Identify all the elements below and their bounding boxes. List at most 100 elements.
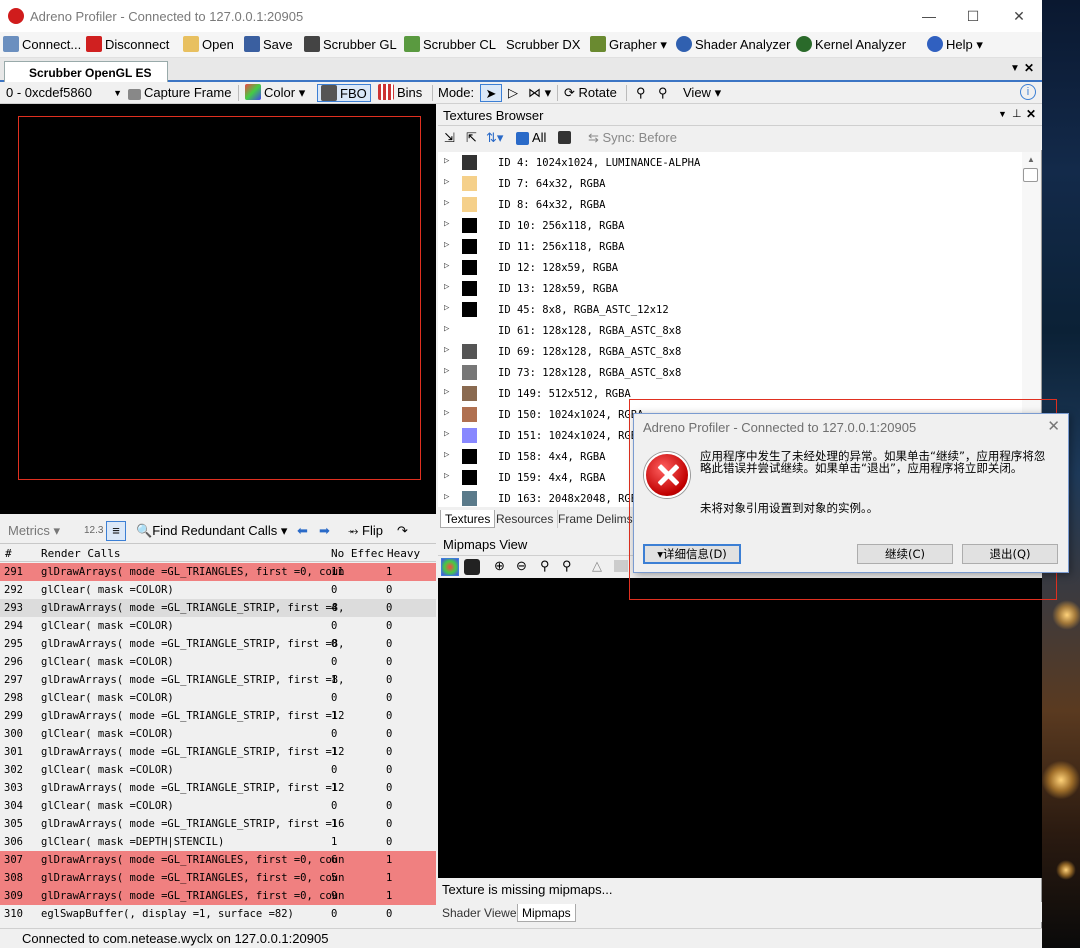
metrics-button[interactable]: Metrics ▾ [8,523,60,539]
col-render-calls[interactable]: Render Calls [41,547,120,560]
zoom-fit-icon[interactable]: ⚲ [540,558,550,574]
expand-arrow-icon[interactable]: ▷ [444,492,449,502]
list-item[interactable]: ▷ ID 12: 128x59, RGBA [438,257,1022,278]
list-view-button[interactable]: ≡ [106,521,126,541]
scrubber-dx-button[interactable]: Scrubber DX [506,36,580,54]
expand-arrow-icon[interactable]: ▷ [444,429,449,439]
tab-scrubber-opengl[interactable]: Scrubber OpenGL ES (1) [4,61,168,94]
expand-arrow-icon[interactable]: ▷ [444,282,449,292]
expand-arrow-icon[interactable]: ▷ [444,387,449,397]
table-row[interactable]: 303 glDrawArrays( mode =GL_TRIANGLE_STRIP… [0,779,436,797]
tab-mipmaps[interactable]: Mipmaps [517,904,576,922]
scroll-thumb[interactable] [1023,168,1038,182]
next-arrow-icon[interactable]: ➡ [319,523,330,539]
multi-select-icon[interactable]: ⋈ ▾ [528,84,551,102]
col-heavy[interactable]: Heavy [387,547,420,560]
table-row[interactable]: 309 glDrawArrays( mode =GL_TRIANGLES, fir… [0,887,436,905]
zoom-icon[interactable]: ⚲ [636,84,646,102]
mipmaps-view[interactable] [438,578,1042,878]
list-item[interactable]: ▷ ID 13: 128x59, RGBA [438,278,1022,299]
table-row[interactable]: 293 glDrawArrays( mode =GL_TRIANGLE_STRIP… [0,599,436,617]
panel-menu-icon[interactable]: ▼ [998,109,1007,119]
table-row[interactable]: 291 glDrawArrays( mode =GL_TRIANGLES, fir… [0,563,436,581]
color-button[interactable]: Color ▾ [245,84,305,102]
rotate-button[interactable]: ⟳ Rotate [564,84,617,102]
view-button[interactable]: View ▾ [683,84,721,102]
scrubber-gl-button[interactable]: Scrubber GL [304,36,397,54]
dialog-close-icon[interactable]: ✕ [1047,417,1060,435]
info-icon[interactable]: i [1020,84,1036,100]
table-row[interactable]: 307 glDrawArrays( mode =GL_TRIANGLES, fir… [0,851,436,869]
expand-arrow-icon[interactable]: ▷ [444,198,449,208]
prev-arrow-icon[interactable]: ⬅ [297,523,308,539]
scroll-up-icon[interactable]: ▲ [1027,155,1035,164]
table-row[interactable]: 292 glClear( mask =COLOR) 0 0 [0,581,436,599]
maximize-button[interactable]: ☐ [962,5,984,27]
zoom-reset-icon[interactable]: ⚲ [562,558,572,574]
expand-all-icon[interactable]: ⇲ [444,130,455,146]
table-row[interactable]: 296 glClear( mask =COLOR) 0 0 [0,653,436,671]
table-row[interactable]: 302 glClear( mask =COLOR) 0 0 [0,761,436,779]
all-button[interactable]: All [516,130,546,145]
grapher-button[interactable]: Grapher ▾ [590,36,667,54]
table-row[interactable]: 299 glDrawArrays( mode =GL_TRIANGLE_STRIP… [0,707,436,725]
color-channel-icon[interactable] [441,558,459,576]
tab-close-icon[interactable]: ✕ [1024,61,1034,75]
expand-arrow-icon[interactable]: ▷ [444,303,449,313]
expand-arrow-icon[interactable]: ▷ [444,366,449,376]
table-row[interactable]: 305 glDrawArrays( mode =GL_TRIANGLE_STRIP… [0,815,436,833]
list-item[interactable]: ▷ ID 73: 128x128, RGBA_ASTC_8x8 [438,362,1022,383]
minimize-button[interactable]: — [918,5,940,27]
table-row[interactable]: 297 glDrawArrays( mode =GL_TRIANGLE_STRIP… [0,671,436,689]
expand-arrow-icon[interactable]: ▷ [444,471,449,481]
zoom-in-icon[interactable]: ⊕ [494,558,505,574]
expand-arrow-icon[interactable]: ▷ [444,408,449,418]
table-row[interactable]: 306 glClear( mask =DEPTH|STENCIL) 1 0 [0,833,436,851]
expand-arrow-icon[interactable]: ▷ [444,261,449,271]
close-window-button[interactable]: ✕ [1008,5,1030,27]
kernel-analyzer-button[interactable]: Kernel Analyzer [796,36,906,54]
expand-arrow-icon[interactable]: ▷ [444,156,449,166]
list-item[interactable]: ▷ ID 8: 64x32, RGBA [438,194,1022,215]
help-button[interactable]: Help ▾ [927,36,983,54]
list-item[interactable]: ▷ ID 61: 128x128, RGBA_ASTC_8x8 [438,320,1022,341]
fbo-button[interactable]: FBO [317,84,371,102]
continue-button[interactable]: 继续(C) [857,544,953,564]
expand-arrow-icon[interactable]: ▷ [444,345,449,355]
capture-frame-button[interactable]: Capture Frame [128,84,231,102]
shader-analyzer-button[interactable]: Shader Analyzer [676,36,790,54]
table-row[interactable]: 308 glDrawArrays( mode =GL_TRIANGLES, fir… [0,869,436,887]
expand-arrow-icon[interactable]: ▷ [444,324,449,334]
collapse-all-icon[interactable]: ⇱ [466,130,477,146]
panel-pin-icon[interactable]: ⊥ [1012,107,1022,120]
expand-arrow-icon[interactable]: ▷ [444,177,449,187]
save-button[interactable]: Save [244,36,293,54]
details-button[interactable]: ▾详细信息(D) [643,544,741,564]
expand-arrow-icon[interactable]: ▷ [444,240,449,250]
list-item[interactable]: ▷ ID 11: 256x118, RGBA [438,236,1022,257]
table-row[interactable]: 295 glDrawArrays( mode =GL_TRIANGLE_STRIP… [0,635,436,653]
zoom-out-icon[interactable]: ⊖ [516,558,527,574]
select-mode-icon[interactable]: ▷ [508,84,518,102]
list-item[interactable]: ▷ ID 45: 8x8, RGBA_ASTC_12x12 [438,299,1022,320]
sort-icon[interactable]: ⇅▾ [486,130,503,146]
expand-arrow-icon[interactable]: ▷ [444,450,449,460]
connect-button[interactable]: Connect... [3,36,81,54]
scrubber-cl-button[interactable]: Scrubber CL [404,36,496,54]
panel-close-icon[interactable]: ✕ [1026,107,1036,121]
open-button[interactable]: Open [183,36,234,54]
context-select[interactable]: 0 - 0xcdef5860 ▼ [6,84,124,102]
list-item[interactable]: ▷ ID 10: 256x118, RGBA [438,215,1022,236]
alpha-channel-icon[interactable] [464,559,480,575]
col-no-effect[interactable]: No Effec [331,547,384,560]
list-item[interactable]: ▷ ID 4: 1024x1024, LUMINANCE-ALPHA [438,152,1022,173]
save-textures-icon[interactable] [558,131,571,144]
overflow-icon[interactable]: ↷ [397,523,408,539]
tab-shader-viewer[interactable]: Shader Viewer [438,904,526,922]
table-row[interactable]: 304 glClear( mask =COLOR) 0 0 [0,797,436,815]
bins-button[interactable]: Bins [378,84,422,102]
expand-arrow-icon[interactable]: ▷ [444,219,449,229]
tab-dropdown-icon[interactable]: ▼ [1010,63,1020,74]
sync-button[interactable]: ⇆ Sync: Before [588,130,677,146]
table-row[interactable]: 300 glClear( mask =COLOR) 0 0 [0,725,436,743]
